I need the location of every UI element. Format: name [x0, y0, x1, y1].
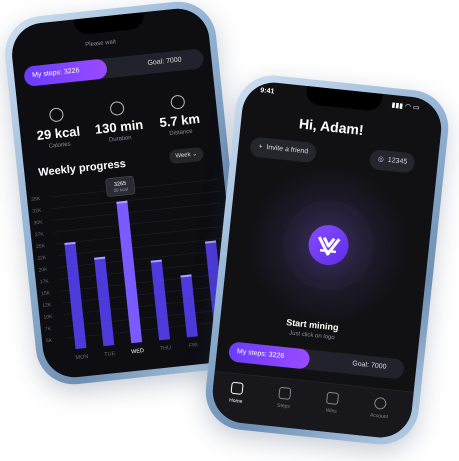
gridline [52, 190, 220, 209]
gridline [59, 261, 227, 280]
y-tick-label: 22K [37, 255, 47, 262]
chevron-down-icon: ⌄ [191, 151, 198, 158]
gridline [53, 202, 221, 221]
status-text: Please wait [85, 39, 117, 49]
gridline [58, 249, 226, 268]
nav-label: Home [228, 397, 243, 405]
x-tick-label: FRI [189, 342, 199, 349]
left-phone-screen: Please wait My steps: 3226 Goal: 7000 29… [8, 5, 244, 381]
phone-notch [73, 12, 145, 36]
goal-label: Goal: 7000 [147, 56, 183, 68]
walking-icon [278, 386, 292, 400]
user-icon [373, 396, 387, 410]
nav-account[interactable]: Account [359, 395, 401, 421]
status-time: 9:41 [259, 87, 275, 96]
gridline [60, 273, 229, 292]
stat-calories: 29 kcal Calories [28, 105, 88, 152]
home-icon [230, 381, 244, 395]
nav-home[interactable]: Home [216, 380, 258, 406]
y-tick-label: 12K [42, 302, 52, 309]
chart-bar [180, 274, 198, 338]
period-select[interactable]: Week ⌄ [168, 146, 204, 165]
y-tick-label: 10K [43, 314, 53, 321]
invite-friend-button[interactable]: + Invite a friend [249, 136, 318, 164]
x-tick-label: THU [160, 345, 172, 352]
phone-notch [305, 85, 383, 112]
stat-distance: 5.7 km Distance [149, 92, 209, 139]
y-tick-label: 32K [32, 208, 42, 215]
logo-mark-icon [318, 236, 341, 256]
chart-bar [94, 256, 115, 347]
y-tick-label: 35K [31, 196, 41, 203]
mining-subtitle: Just click on logo [288, 330, 335, 342]
flame-icon [48, 107, 65, 123]
stat-duration: 130 min Duration [89, 99, 149, 146]
balance-value: 12345 [387, 156, 408, 166]
y-tick-label: 5K [46, 338, 53, 345]
chart-bar [150, 259, 171, 341]
period-select-value: Week [175, 152, 191, 160]
status-icons: ▮▮▮ ◠ ▭ [391, 101, 420, 112]
plus-icon: + [258, 143, 263, 151]
gridline [63, 296, 231, 315]
x-tick-label: TUE [104, 351, 116, 358]
steps-progress-bar: My steps: 3226 Goal: 7000 [23, 48, 205, 87]
nav-label: Wins [325, 407, 338, 415]
steps-progress-bar: My steps: 3226 Goal: 7000 [227, 341, 406, 380]
location-icon [170, 94, 186, 110]
y-tick-label: 25K [36, 243, 46, 250]
y-tick-label: 30K [33, 220, 43, 227]
bottom-nav: Home Steps Wins Account [209, 370, 414, 441]
nav-label: Steps [276, 402, 291, 410]
y-tick-label: 17K [40, 278, 50, 285]
y-tick-label: 7K [45, 326, 52, 333]
gridline [57, 237, 225, 257]
right-phone: 9:41 ▮▮▮ ◠ ▭ Hi, Adam! + Invite a friend… [201, 71, 453, 449]
gridline [64, 308, 232, 327]
right-phone-screen: 9:41 ▮▮▮ ◠ ▭ Hi, Adam! + Invite a friend… [209, 79, 445, 441]
mining-logo-button[interactable] [306, 223, 351, 268]
clock-icon [109, 100, 125, 117]
y-tick-label: 27K [35, 231, 45, 238]
chart-bar [64, 241, 87, 350]
nav-steps[interactable]: Steps [263, 385, 305, 411]
greeting: Hi, Adam! [298, 115, 365, 139]
wallet-icon [325, 391, 340, 405]
nav-wins[interactable]: Wins [311, 390, 353, 416]
gridline [65, 320, 233, 339]
coin-icon: ◎ [377, 155, 385, 164]
gridline [55, 226, 224, 245]
y-tick-label: 15K [41, 290, 51, 297]
x-tick-label: MON [75, 354, 88, 361]
invite-label: Invite a friend [266, 144, 309, 156]
x-tick-label: WED [131, 348, 144, 355]
chart-bar [116, 200, 143, 344]
gridline [62, 285, 230, 304]
goal-label: Goal: 7000 [351, 360, 387, 371]
nav-label: Account [369, 412, 389, 421]
y-tick-label: 20K [38, 267, 48, 274]
gridline [54, 214, 222, 233]
balance-badge[interactable]: ◎ 12345 [368, 148, 417, 174]
